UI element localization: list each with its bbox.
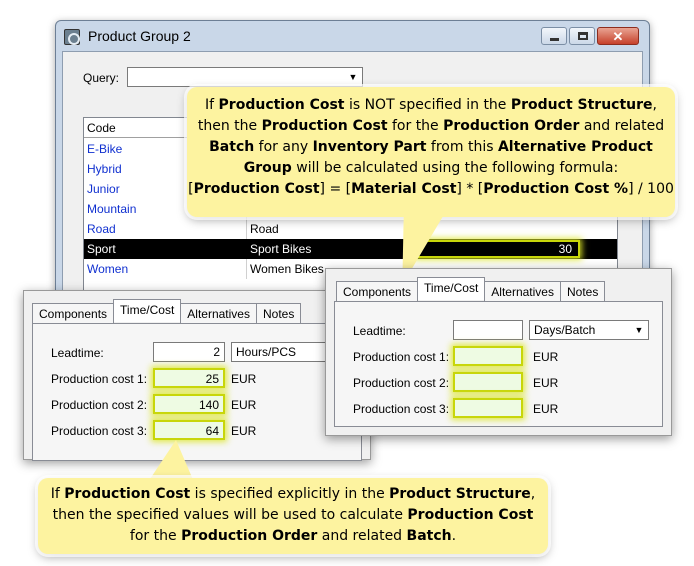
production-cost-1-label: Production cost 1: bbox=[353, 350, 450, 364]
minimize-button[interactable] bbox=[541, 27, 567, 45]
chevron-down-icon[interactable]: ▼ bbox=[344, 68, 362, 86]
production-cost-2-unit: EUR bbox=[533, 376, 559, 390]
tab-strip: Components Time/Cost Alternatives Notes bbox=[336, 277, 606, 302]
callout-line: If Production Cost is specified explicit… bbox=[50, 486, 536, 502]
production-cost-2-input[interactable]: 140 bbox=[153, 394, 225, 414]
leadtime-input[interactable] bbox=[453, 320, 523, 340]
app-gear-icon bbox=[64, 29, 80, 45]
leadtime-unit-select[interactable]: Hours/PCS bbox=[231, 342, 331, 362]
maximize-button[interactable] bbox=[569, 27, 595, 45]
callout-line: If Production Cost is NOT specified in t… bbox=[205, 97, 657, 113]
row-desc: Women Bikes bbox=[250, 262, 324, 276]
minimize-icon bbox=[550, 38, 559, 41]
production-cost-1-label: Production cost 1: bbox=[51, 372, 148, 386]
leadtime-unit-select[interactable]: Days/Batch ▼ bbox=[529, 320, 649, 340]
leadtime-label: Leadtime: bbox=[51, 346, 104, 360]
tab-time-cost[interactable]: Time/Cost bbox=[113, 299, 182, 322]
time-cost-panel-left: Components Time/Cost Alternatives Notes … bbox=[23, 290, 371, 461]
tab-alternatives[interactable]: Alternatives bbox=[484, 281, 561, 302]
query-combo[interactable]: ▼ bbox=[127, 67, 363, 87]
row-code: Sport bbox=[87, 242, 116, 256]
tab-notes[interactable]: Notes bbox=[559, 281, 606, 302]
tab-strip: Components Time/Cost Alternatives Notes bbox=[32, 299, 302, 324]
tab-body: Leadtime: Days/Batch ▼ Production cost 1… bbox=[334, 301, 663, 427]
leadtime-label: Leadtime: bbox=[353, 324, 406, 338]
close-icon: ✕ bbox=[612, 29, 624, 44]
production-cost-3-label: Production cost 3: bbox=[353, 402, 450, 416]
production-cost-2-label: Production cost 2: bbox=[51, 398, 148, 412]
production-cost-3-unit: EUR bbox=[231, 424, 257, 438]
row-production-cost-percent[interactable]: 30 bbox=[416, 240, 580, 258]
callout-formula-line: [Production Cost] = [Material Cost] * [P… bbox=[188, 181, 674, 197]
callout-line: then the Production Cost for the Product… bbox=[197, 118, 665, 134]
list-row-selected[interactable]: Sport Sport Bikes 30 bbox=[84, 239, 617, 259]
title-bar[interactable]: Product Group 2 ✕ bbox=[56, 21, 649, 51]
row-code: Junior bbox=[87, 182, 120, 196]
leadtime-input[interactable]: 2 bbox=[153, 342, 225, 362]
callout-formula: If Production Cost is NOT specified in t… bbox=[187, 87, 675, 217]
production-cost-1-unit: EUR bbox=[533, 350, 559, 364]
row-desc: Road bbox=[250, 222, 279, 236]
row-code: E-Bike bbox=[87, 142, 123, 156]
production-cost-2-unit: EUR bbox=[231, 398, 257, 412]
chevron-down-icon[interactable]: ▼ bbox=[630, 321, 648, 339]
leadtime-unit-value: Days/Batch bbox=[534, 323, 596, 337]
production-cost-3-input[interactable]: 64 bbox=[153, 420, 225, 440]
production-cost-3-unit: EUR bbox=[533, 402, 559, 416]
row-code: Mountain bbox=[87, 202, 137, 216]
callout-tail bbox=[148, 440, 194, 482]
row-code: Hybrid bbox=[87, 162, 122, 176]
production-cost-1-input[interactable]: 25 bbox=[153, 368, 225, 388]
row-desc: Sport Bikes bbox=[250, 242, 312, 256]
tab-body: Leadtime: 2 Hours/PCS Production cost 1:… bbox=[32, 323, 362, 461]
production-cost-2-label: Production cost 2: bbox=[353, 376, 450, 390]
tab-notes[interactable]: Notes bbox=[255, 303, 302, 324]
tab-alternatives[interactable]: Alternatives bbox=[180, 303, 257, 324]
tab-components[interactable]: Components bbox=[336, 281, 419, 302]
callout-line: then the specified values will be used t… bbox=[52, 507, 534, 523]
row-code: Women bbox=[87, 262, 129, 276]
production-cost-3-input[interactable] bbox=[453, 398, 523, 418]
tab-time-cost[interactable]: Time/Cost bbox=[417, 277, 486, 300]
production-cost-1-input[interactable] bbox=[453, 346, 523, 366]
maximize-icon bbox=[578, 32, 588, 40]
window-title: Product Group 2 bbox=[88, 28, 191, 44]
caption-buttons: ✕ bbox=[541, 27, 639, 45]
time-cost-panel-right: Components Time/Cost Alternatives Notes … bbox=[325, 268, 672, 436]
production-cost-3-label: Production cost 3: bbox=[51, 424, 148, 438]
callout-explicit-cost: If Production Cost is specified explicit… bbox=[38, 478, 548, 554]
tab-components[interactable]: Components bbox=[32, 303, 115, 324]
list-row[interactable]: Road Road bbox=[84, 219, 617, 239]
row-code: Road bbox=[87, 222, 116, 236]
query-label: Query: bbox=[83, 71, 120, 85]
column-header-code[interactable]: Code bbox=[87, 121, 116, 135]
production-cost-1-unit: EUR bbox=[231, 372, 257, 386]
callout-line: Batch for any Inventory Part from this A… bbox=[209, 139, 653, 155]
callout-line: Group will be calculated using the follo… bbox=[243, 160, 619, 176]
production-cost-2-input[interactable] bbox=[453, 372, 523, 392]
callout-line: for the Production Order and related Bat… bbox=[129, 528, 457, 544]
close-button[interactable]: ✕ bbox=[597, 27, 639, 45]
